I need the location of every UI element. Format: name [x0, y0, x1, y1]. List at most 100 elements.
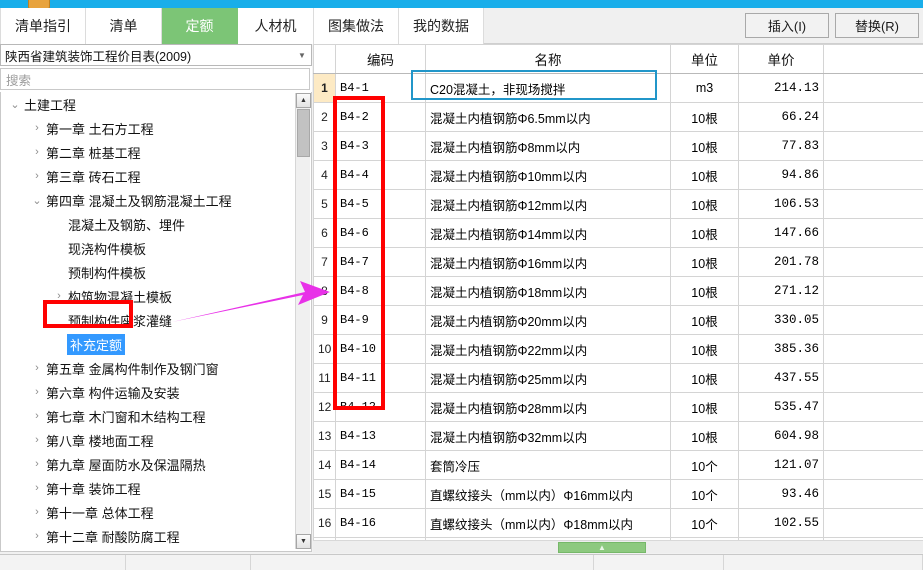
column-header-code[interactable]: 编码 [335, 44, 426, 74]
price-cell[interactable]: 94.86 [738, 160, 824, 190]
tree-item-18[interactable]: › 第十一章 总体工程 [1, 500, 296, 524]
table-row[interactable]: 2 B4-2 混凝土内植钢筋Φ6.5mm以内 10根 66.24 [313, 102, 923, 132]
price-cell[interactable]: 535.47 [738, 392, 824, 422]
row-index-cell[interactable]: 15 [313, 479, 336, 509]
code-cell[interactable]: B4-13 [335, 421, 426, 451]
tab-4[interactable]: 人材机 [238, 8, 314, 44]
tree-item-17[interactable]: › 第十章 装饰工程 [1, 476, 296, 500]
row-index-cell[interactable]: 2 [313, 102, 336, 132]
tree-item-8[interactable]: 预制构件模板 [1, 260, 296, 284]
table-row[interactable]: 11 B4-11 混凝土内植钢筋Φ25mm以内 10根 437.55 [313, 363, 923, 393]
tree-item-15[interactable]: › 第八章 楼地面工程 [1, 428, 296, 452]
code-cell[interactable]: B4-1 [335, 73, 426, 103]
chevron-down-icon[interactable]: ▼ [293, 45, 311, 65]
table-row[interactable]: 9 B4-9 混凝土内植钢筋Φ20mm以内 10根 330.05 [313, 305, 923, 335]
price-cell[interactable]: 604.98 [738, 421, 824, 451]
unit-cell[interactable]: 10根 [670, 131, 739, 161]
chevron-down-icon[interactable]: ⌄ [29, 194, 45, 207]
price-cell[interactable]: 271.12 [738, 276, 824, 306]
column-header-index[interactable] [313, 44, 336, 74]
price-cell[interactable]: 121.07 [738, 450, 824, 480]
row-index-cell[interactable]: 14 [313, 450, 336, 480]
name-cell[interactable]: 混凝土内植钢筋Φ32mm以内 [425, 421, 671, 451]
tree-item-5[interactable]: ⌄ 第四章 混凝土及钢筋混凝土工程 [1, 188, 296, 212]
column-header-unit[interactable]: 单位 [670, 44, 739, 74]
name-cell[interactable]: 混凝土内植钢筋Φ6.5mm以内 [425, 102, 671, 132]
price-cell[interactable]: 106.53 [738, 189, 824, 219]
chevron-right-icon[interactable]: › [29, 146, 45, 158]
tree-item-6[interactable]: 混凝土及钢筋、埋件 [1, 212, 296, 236]
unit-cell[interactable]: 10根 [670, 305, 739, 335]
replace-button[interactable]: 替换(R) [835, 13, 919, 38]
row-index-cell[interactable]: 16 [313, 508, 336, 538]
unit-cell[interactable]: 10个 [670, 450, 739, 480]
row-index-cell[interactable]: 10 [313, 334, 336, 364]
code-cell[interactable]: B4-12 [335, 392, 426, 422]
chevron-right-icon[interactable]: › [29, 386, 45, 398]
name-cell[interactable]: 混凝土内植钢筋Φ22mm以内 [425, 334, 671, 364]
unit-cell[interactable]: 10根 [670, 102, 739, 132]
unit-cell[interactable]: 10根 [670, 276, 739, 306]
column-header-price[interactable]: 单价 [738, 44, 824, 74]
unit-cell[interactable]: 10根 [670, 218, 739, 248]
tree-item-13[interactable]: › 第六章 构件运输及安装 [1, 380, 296, 404]
unit-cell[interactable]: 10根 [670, 189, 739, 219]
table-row[interactable]: 12 B4-12 混凝土内植钢筋Φ28mm以内 10根 535.47 [313, 392, 923, 422]
name-cell[interactable]: 混凝土内植钢筋Φ16mm以内 [425, 247, 671, 277]
code-cell[interactable]: B4-10 [335, 334, 426, 364]
name-cell[interactable]: 套筒冷压 [425, 450, 671, 480]
tree-item-9[interactable]: › 构筑物混凝土模板 [1, 284, 296, 308]
tree-item-1[interactable]: ⌄ 土建工程 [1, 92, 296, 116]
row-index-cell[interactable]: 4 [313, 160, 336, 190]
table-row[interactable]: 6 B4-6 混凝土内植钢筋Φ14mm以内 10根 147.66 [313, 218, 923, 248]
row-index-cell[interactable]: 13 [313, 421, 336, 451]
insert-button[interactable]: 插入(I) [745, 13, 829, 38]
column-header-name[interactable]: 名称 [425, 44, 671, 74]
price-cell[interactable]: 214.13 [738, 73, 824, 103]
code-cell[interactable]: B4-8 [335, 276, 426, 306]
table-row[interactable]: 7 B4-7 混凝土内植钢筋Φ16mm以内 10根 201.78 [313, 247, 923, 277]
unit-cell[interactable]: 10根 [670, 160, 739, 190]
table-horizontal-scrollbar[interactable]: ▲ [313, 540, 923, 553]
code-cell[interactable]: B4-9 [335, 305, 426, 335]
tree-item-16[interactable]: › 第九章 屋面防水及保温隔热 [1, 452, 296, 476]
name-cell[interactable]: 混凝土内植钢筋Φ20mm以内 [425, 305, 671, 335]
price-cell[interactable]: 385.36 [738, 334, 824, 364]
scroll-down-icon[interactable]: ▼ [296, 534, 311, 549]
row-index-cell[interactable]: 8 [313, 276, 336, 306]
scrollbar-thumb[interactable] [297, 109, 310, 157]
chevron-right-icon[interactable]: › [29, 506, 45, 518]
table-row[interactable]: 1 B4-1 C20混凝土，非现场搅拌 m3 214.13 [313, 73, 923, 103]
tree-item-3[interactable]: › 第二章 桩基工程 [1, 140, 296, 164]
chevron-down-icon[interactable]: ⌄ [7, 98, 23, 111]
code-cell[interactable]: B4-2 [335, 102, 426, 132]
tree-item-20[interactable]: ›第十三章 脚手架工程 [1, 548, 296, 550]
unit-cell[interactable]: 10根 [670, 392, 739, 422]
tab-5[interactable]: 图集做法 [314, 8, 399, 44]
table-row[interactable]: 15 B4-15 直螺纹接头（mm以内）Φ16mm以内 10个 93.46 [313, 479, 923, 509]
table-row[interactable]: 13 B4-13 混凝土内植钢筋Φ32mm以内 10根 604.98 [313, 421, 923, 451]
tab-6[interactable]: 我的数据 [399, 8, 484, 44]
tree-item-4[interactable]: › 第三章 砖石工程 [1, 164, 296, 188]
table-row[interactable]: 4 B4-4 混凝土内植钢筋Φ10mm以内 10根 94.86 [313, 160, 923, 190]
price-cell[interactable]: 147.66 [738, 218, 824, 248]
price-cell[interactable]: 77.83 [738, 131, 824, 161]
price-cell[interactable]: 66.24 [738, 102, 824, 132]
unit-cell[interactable]: 10根 [670, 334, 739, 364]
row-index-cell[interactable]: 7 [313, 247, 336, 277]
price-cell[interactable]: 201.78 [738, 247, 824, 277]
price-cell[interactable]: 330.05 [738, 305, 824, 335]
chevron-right-icon[interactable]: › [29, 170, 45, 182]
name-cell[interactable]: 混凝土内植钢筋Φ10mm以内 [425, 160, 671, 190]
chevron-right-icon[interactable]: › [29, 530, 45, 542]
tree-item-2[interactable]: › 第一章 土石方工程 [1, 116, 296, 140]
chevron-right-icon[interactable]: › [51, 290, 67, 302]
row-index-cell[interactable]: 3 [313, 131, 336, 161]
code-cell[interactable]: B4-15 [335, 479, 426, 509]
unit-cell[interactable]: 10个 [670, 508, 739, 538]
code-cell[interactable]: B4-14 [335, 450, 426, 480]
scroll-up-icon[interactable]: ▲ [296, 93, 311, 108]
tab-2[interactable]: 清单 [86, 8, 162, 44]
table-row[interactable]: 3 B4-3 混凝土内植钢筋Φ8mm以内 10根 77.83 [313, 131, 923, 161]
unit-cell[interactable]: 10根 [670, 421, 739, 451]
